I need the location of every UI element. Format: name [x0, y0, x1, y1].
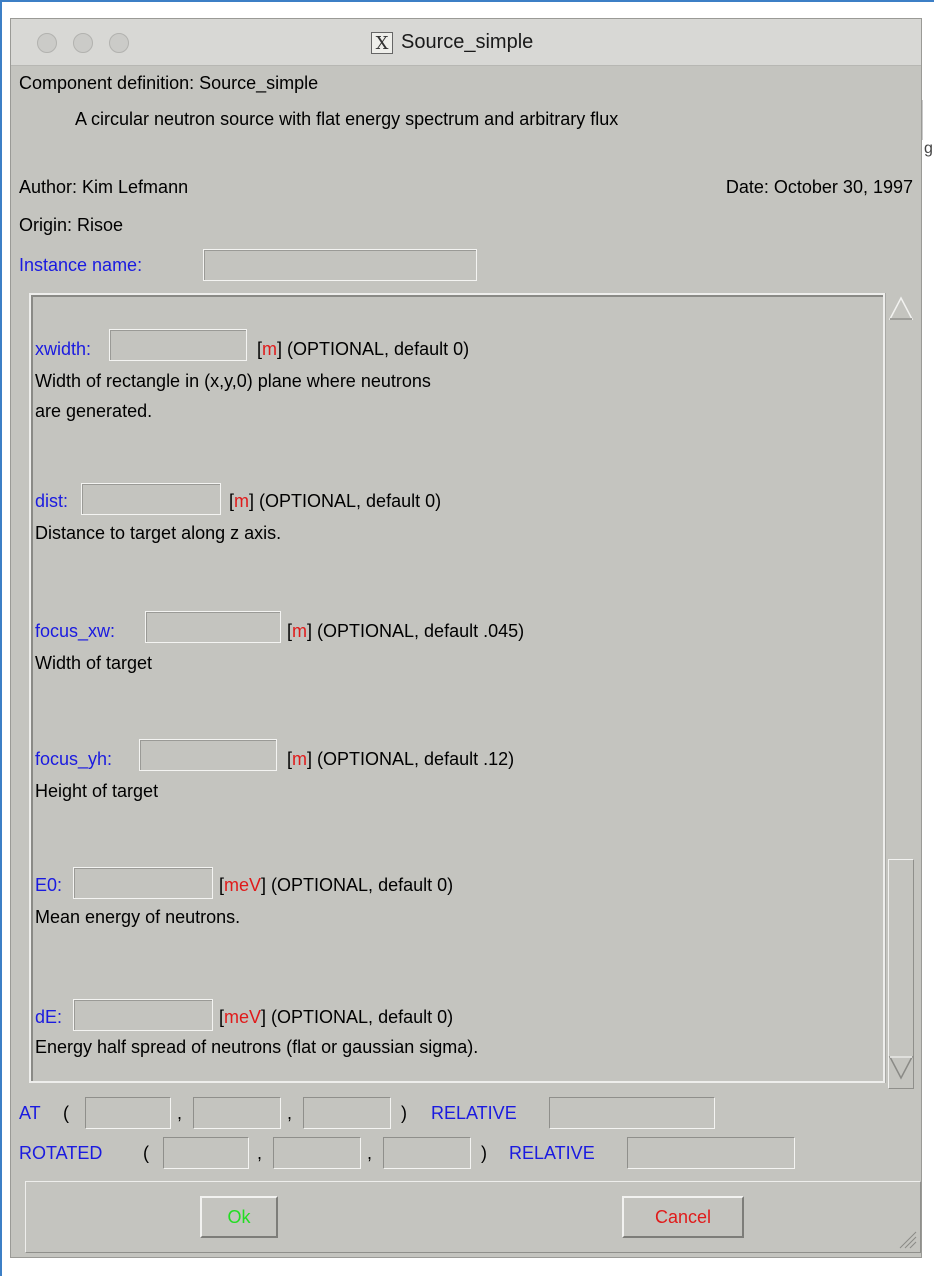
component-definition-label: Component definition: Source_simple: [19, 73, 319, 93]
window-title: X Source_simple: [371, 31, 533, 54]
param-focus-xw-description: Width of target: [35, 653, 153, 673]
param-de-input[interactable]: [73, 999, 213, 1031]
rotated-open-paren: (: [143, 1143, 149, 1163]
rotated-z-input[interactable]: [383, 1137, 471, 1169]
param-e0-description: Mean energy of neutrons.: [35, 907, 241, 927]
at-comma-1: ,: [177, 1103, 183, 1123]
ok-button[interactable]: Ok: [200, 1196, 278, 1238]
origin-label: Origin: Risoe: [19, 215, 124, 235]
component-description: A circular neutron source with flat ener…: [75, 109, 619, 129]
at-label: AT: [19, 1103, 41, 1123]
param-e0-label: E0:: [35, 875, 63, 895]
rotated-comma-2: ,: [367, 1143, 373, 1163]
rotated-close-paren: ): [481, 1143, 487, 1163]
parameters-panel[interactable]: xwidth: [m] (OPTIONAL, default 0) Width …: [29, 293, 885, 1083]
left-border-line: [0, 0, 2, 1276]
param-e0-input[interactable]: [73, 867, 213, 899]
rotated-y-input[interactable]: [273, 1137, 361, 1169]
button-bar: Ok Cancel: [25, 1181, 921, 1253]
param-focus-xw-default: (OPTIONAL, default .045): [317, 621, 525, 641]
rotated-relative-label: RELATIVE: [509, 1143, 595, 1163]
instance-name-label: Instance name:: [19, 255, 143, 275]
background-text-fragment: g: [924, 140, 933, 157]
rotated-comma-1: ,: [257, 1143, 263, 1163]
param-dist-info: [m] (OPTIONAL, default 0): [229, 491, 442, 511]
param-focus-yh-input[interactable]: [139, 739, 277, 771]
param-e0-unit: meV: [224, 875, 262, 895]
param-xwidth-default: (OPTIONAL, default 0): [287, 339, 470, 359]
param-de-label: dE:: [35, 1007, 63, 1027]
param-focus-yh-label: focus_yh:: [35, 749, 113, 769]
param-de-unit: meV: [224, 1007, 262, 1027]
at-z-input[interactable]: [303, 1097, 391, 1129]
param-focus-xw-input[interactable]: [145, 611, 281, 643]
window-title-text: Source_simple: [401, 31, 534, 53]
instance-name-input[interactable]: [203, 249, 477, 281]
top-border-line: [0, 0, 934, 2]
date-label: Date: October 30, 1997: [725, 177, 913, 197]
param-dist-label: dist:: [35, 491, 69, 511]
at-relative-label: RELATIVE: [431, 1103, 517, 1123]
param-dist-unit: m: [234, 491, 250, 511]
param-xwidth-label: xwidth:: [35, 339, 92, 359]
at-close-paren: ): [401, 1103, 407, 1123]
cancel-button[interactable]: Cancel: [622, 1196, 744, 1238]
param-focus-yh-unit: m: [292, 749, 308, 769]
param-xwidth-info: [m] (OPTIONAL, default 0): [257, 339, 470, 359]
param-focus-xw-label: focus_xw:: [35, 621, 116, 641]
param-xwidth-input[interactable]: [109, 329, 247, 361]
param-dist-input[interactable]: [81, 483, 221, 515]
param-de-info: [meV] (OPTIONAL, default 0): [219, 1007, 454, 1027]
param-dist-default: (OPTIONAL, default 0): [259, 491, 442, 511]
at-x-input[interactable]: [85, 1097, 171, 1129]
background-edge-line: [922, 100, 923, 140]
at-open-paren: (: [63, 1103, 69, 1123]
param-e0-default: (OPTIONAL, default 0): [271, 875, 454, 895]
param-xwidth-description-2: are generated.: [35, 401, 153, 421]
param-xwidth-unit: m: [262, 339, 278, 359]
parameters-scrollbar[interactable]: [885, 293, 916, 1089]
author-label: Author: Kim Lefmann: [19, 177, 189, 197]
param-focus-xw-info: [m] (OPTIONAL, default .045): [287, 621, 525, 641]
rotated-label: ROTATED: [19, 1143, 103, 1163]
title-bar[interactable]: X Source_simple: [11, 19, 921, 66]
at-relative-input[interactable]: [549, 1097, 715, 1129]
param-dist-description: Distance to target along z axis.: [35, 523, 282, 543]
scroll-up-arrow-icon[interactable]: [886, 293, 916, 323]
source-simple-dialog: X Source_simple Component definition: So…: [10, 18, 922, 1258]
rotated-relative-input[interactable]: [627, 1137, 795, 1169]
rotated-x-input[interactable]: [163, 1137, 249, 1169]
param-focus-xw-unit: m: [292, 621, 308, 641]
minimize-window-button[interactable]: [73, 33, 93, 53]
close-window-button[interactable]: [37, 33, 57, 53]
param-e0-info: [meV] (OPTIONAL, default 0): [219, 875, 454, 895]
param-xwidth-description-1: Width of rectangle in (x,y,0) plane wher…: [35, 371, 431, 391]
param-de-description: Energy half spread of neutrons (flat or …: [35, 1037, 479, 1057]
param-focus-yh-description: Height of target: [35, 781, 159, 801]
scroll-down-arrow-icon[interactable]: [886, 1053, 916, 1083]
param-focus-yh-info: [m] (OPTIONAL, default .12): [287, 749, 515, 769]
x11-icon: X: [371, 31, 393, 54]
at-comma-2: ,: [287, 1103, 293, 1123]
param-de-default: (OPTIONAL, default 0): [271, 1007, 454, 1027]
param-focus-yh-default: (OPTIONAL, default .12): [317, 749, 515, 769]
resize-grip-icon[interactable]: [896, 1228, 918, 1250]
zoom-window-button[interactable]: [109, 33, 129, 53]
at-y-input[interactable]: [193, 1097, 281, 1129]
